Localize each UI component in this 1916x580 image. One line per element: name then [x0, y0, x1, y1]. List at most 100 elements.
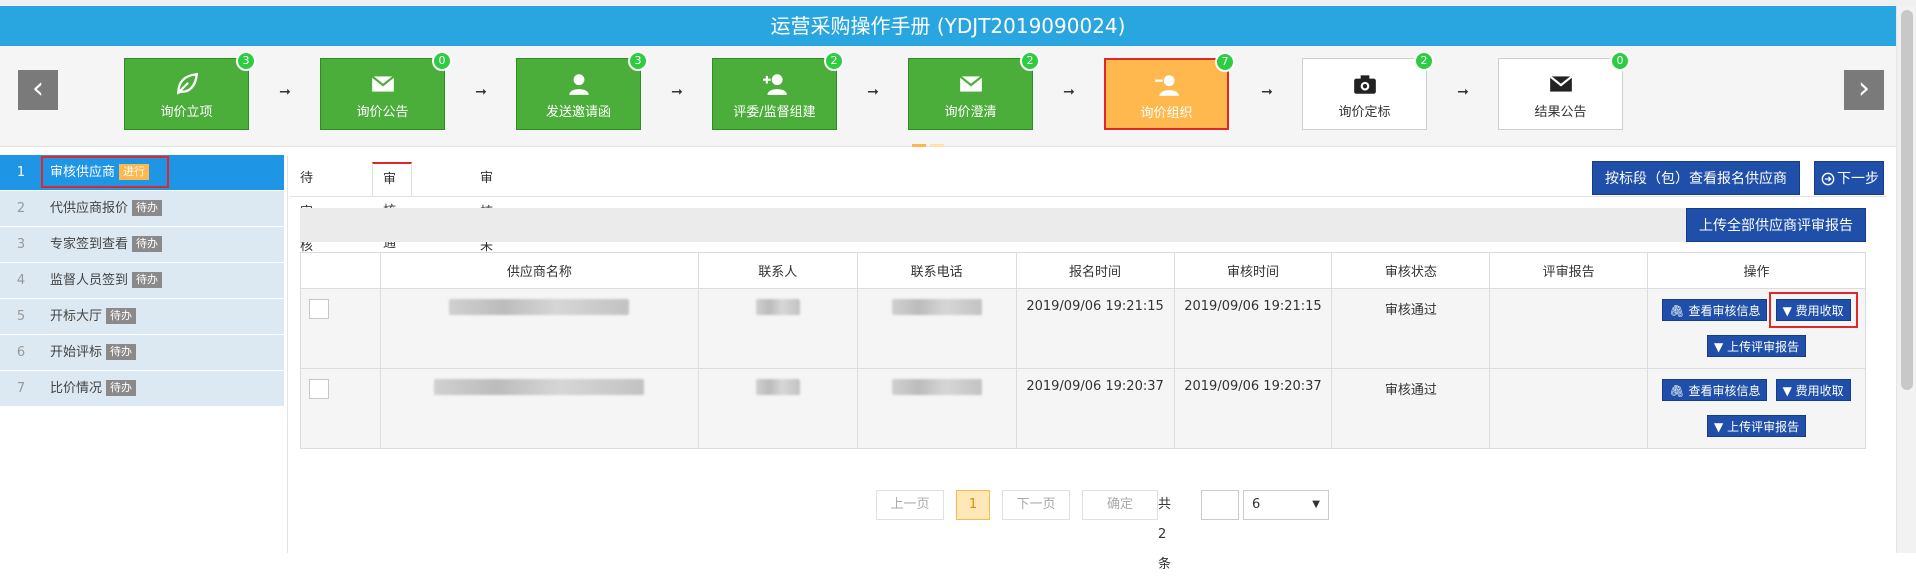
- step-inquiry-clarify[interactable]: 询价澄清 2: [908, 51, 1040, 130]
- step-label: 询价公告: [356, 105, 409, 120]
- step-badge: 7: [1215, 52, 1235, 72]
- step-label: 评委/监督组建: [733, 105, 816, 120]
- status-tag: 待办: [106, 344, 137, 360]
- signup-time-cell: 2019/09/06 19:20:37: [1015, 368, 1175, 449]
- sidebar-item-label: 开标大厅: [50, 309, 103, 324]
- view-by-section-button[interactable]: 按标段（包）查看报名供应商: [1592, 161, 1800, 195]
- steps-next-button[interactable]: ›: [1844, 70, 1884, 110]
- camera-icon: [1353, 75, 1376, 94]
- step-badge: 2: [824, 51, 844, 71]
- redacted-supplier-name: [449, 299, 630, 315]
- review-report-cell: [1489, 368, 1649, 449]
- sidebar-item-proxy-quote[interactable]: 2 代供应商报价 待办: [0, 191, 284, 227]
- step-arrow-icon: ➞: [1457, 84, 1469, 100]
- step-arrow-icon: ➞: [475, 84, 487, 100]
- step-badge: 3: [628, 51, 648, 71]
- left-sidebar: 1 审核供应商 进行 2 代供应商报价 待办 3 专家签到查看 待办 4 监督人员签到…: [0, 155, 284, 407]
- view-review-info-button[interactable]: 🖇 查看审核信息: [1662, 379, 1768, 401]
- table-row: 2019/09/06 19:21:15 2019/09/06 19:21:15 …: [300, 288, 1866, 369]
- dot-active[interactable]: [912, 144, 926, 147]
- filter-icon: ▼: [1782, 384, 1796, 398]
- step-committee-setup[interactable]: 评委/监督组建 2: [712, 51, 844, 130]
- page-size-select[interactable]: 6 ▼: [1243, 490, 1329, 520]
- row-checkbox[interactable]: [309, 299, 329, 319]
- page-number-input[interactable]: [1201, 490, 1239, 520]
- dot[interactable]: [930, 144, 944, 147]
- page-size-value: 6: [1252, 497, 1261, 512]
- view-review-info-button[interactable]: 🖇 查看审核信息: [1662, 299, 1768, 321]
- sidebar-item-number: 6: [16, 345, 26, 360]
- paperclip-icon: 🖇: [1669, 304, 1689, 318]
- review-report-cell: [1489, 288, 1649, 369]
- prev-page-button[interactable]: 上一页: [876, 490, 944, 520]
- sidebar-item-bid-hall[interactable]: 5 开标大厅 待办: [0, 299, 284, 335]
- next-step-label: 下一步: [1837, 171, 1879, 187]
- col-header-review-status: 审核状态: [1331, 252, 1491, 289]
- sidebar-item-label: 专家签到查看: [50, 237, 129, 252]
- steps-prev-button[interactable]: ‹: [18, 70, 58, 110]
- tab-review-passed[interactable]: 审核通过(2): [372, 162, 413, 315]
- step-result-notice[interactable]: 结果公告 0: [1498, 51, 1630, 130]
- next-page-button[interactable]: 下一页: [1002, 490, 1070, 520]
- filter-icon: ▼: [1714, 340, 1728, 354]
- step-badge: 0: [432, 51, 452, 71]
- step-send-invitation[interactable]: 发送邀请函 3: [516, 51, 648, 130]
- sidebar-item-supervisor-signin[interactable]: 4 监督人员签到 待办: [0, 263, 284, 299]
- step-inquiry-setup[interactable]: 询价立项 3: [124, 51, 256, 130]
- caret-down-icon: ▼: [1312, 499, 1320, 510]
- envelope-icon: [1548, 75, 1573, 92]
- vertical-scrollbar[interactable]: [1896, 6, 1916, 553]
- status-tag: 待办: [132, 236, 163, 252]
- user-add-icon: [762, 74, 787, 95]
- sidebar-item-start-evaluation[interactable]: 6 开始评标 待办: [0, 335, 284, 371]
- fee-collection-label: 费用收取: [1795, 304, 1844, 318]
- redacted-contact: [755, 299, 800, 315]
- table-row: 2019/09/06 19:20:37 2019/09/06 19:20:37 …: [300, 368, 1866, 449]
- page-confirm-button[interactable]: 确定: [1082, 490, 1158, 520]
- upload-review-report-button[interactable]: ▼ 上传评审报告: [1707, 335, 1807, 357]
- step-label: 询价澄清: [944, 105, 997, 120]
- sidebar-item-expert-signin[interactable]: 3 专家签到查看 待办: [0, 227, 284, 263]
- step-inquiry-organize[interactable]: 询价组织 7: [1104, 52, 1235, 130]
- review-time-cell: 2019/09/06 19:21:15: [1173, 288, 1333, 369]
- status-tag: 待办: [132, 272, 163, 288]
- sidebar-item-price-comparison[interactable]: 7 比价情况 待办: [0, 371, 284, 407]
- redacted-supplier-name: [434, 379, 645, 395]
- fee-collection-button[interactable]: ▼ 费用收取: [1768, 292, 1858, 328]
- step-inquiry-award[interactable]: 询价定标 2: [1302, 51, 1434, 130]
- next-step-button[interactable]: 下一步: [1814, 161, 1884, 195]
- signup-time-cell: 2019/09/06 19:21:15: [1015, 288, 1175, 369]
- page-1-button[interactable]: 1: [956, 490, 990, 520]
- table-header-row: 供应商名称 联系人 联系电话 报名时间 审核时间 审核状态 评审报告 操作: [300, 252, 1866, 289]
- sidebar-item-label: 比价情况: [50, 381, 103, 396]
- redacted-phone: [891, 299, 982, 315]
- operations-cell: 🖇 查看审核信息 ▼ 费用收取 ▼ 上传评审报告: [1647, 288, 1866, 369]
- step-arrow-icon: ➞: [1261, 84, 1273, 100]
- step-arrow-icon: ➞: [1063, 84, 1075, 100]
- row-checkbox[interactable]: [309, 379, 329, 399]
- upload-review-report-button[interactable]: ▼ 上传评审报告: [1707, 415, 1807, 437]
- operations-cell: 🖇 查看审核信息 ▼ 费用收取 ▼ 上传评审报告: [1647, 368, 1866, 449]
- upload-review-report-label: 上传评审报告: [1727, 340, 1800, 354]
- step-label: 询价组织: [1140, 106, 1193, 121]
- sidebar-item-label: 开始评标: [50, 345, 103, 360]
- review-status-cell: 审核通过: [1331, 288, 1491, 369]
- paperclip-icon: 🖇: [1669, 384, 1689, 398]
- step-badge: 0: [1610, 51, 1630, 71]
- col-header-contact: 联系人: [697, 252, 858, 289]
- fee-collection-button[interactable]: ▼ 费用收取: [1775, 379, 1851, 401]
- user-icon: [568, 74, 589, 95]
- sidebar-item-number: 7: [16, 381, 26, 396]
- tab-review-failed[interactable]: 审核未通过(0): [470, 162, 508, 356]
- scrollbar-thumb[interactable]: [1901, 10, 1913, 390]
- upload-review-report-label: 上传评审报告: [1727, 420, 1800, 434]
- step-label: 结果公告: [1534, 105, 1587, 120]
- upload-all-reports-button[interactable]: 上传全部供应商评审报告: [1686, 208, 1866, 242]
- circle-arrow-right-icon: [1821, 172, 1835, 186]
- tab-pending-review[interactable]: 待审核(0): [290, 162, 328, 288]
- col-header-supplier: 供应商名称: [379, 252, 699, 289]
- step-inquiry-notice[interactable]: 询价公告 0: [320, 51, 452, 130]
- col-header-select: [300, 252, 381, 289]
- status-tag: 待办: [106, 308, 137, 324]
- tabs-underline: [290, 196, 1886, 197]
